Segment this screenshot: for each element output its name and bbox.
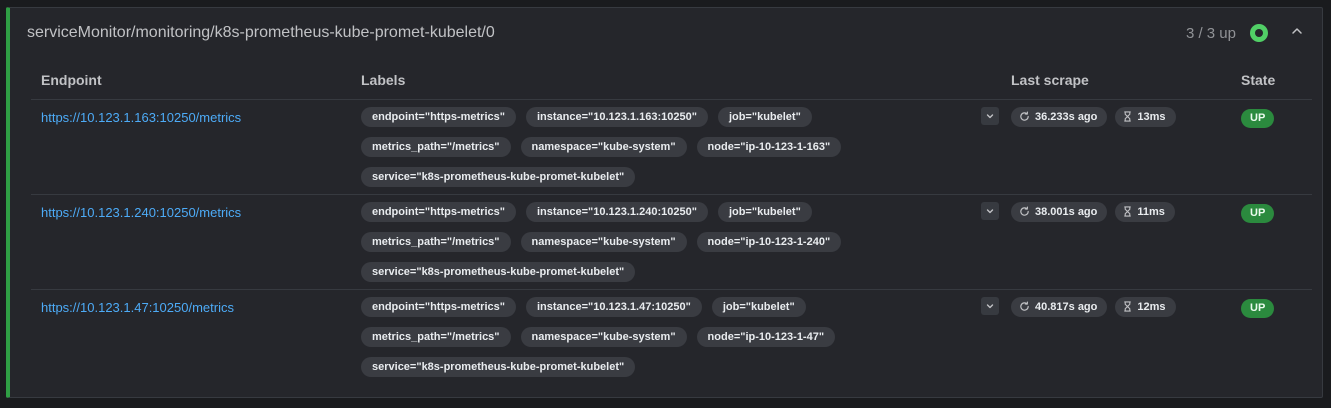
expand-cell: [981, 289, 1001, 384]
label-badge: node="ip-10-123-1-163": [696, 136, 842, 157]
state-cell: UP: [1231, 289, 1312, 384]
endpoint-link[interactable]: https://10.123.1.163:10250/metrics: [41, 110, 241, 125]
chevron-up-icon[interactable]: [1288, 22, 1306, 40]
last-scrape-badge: 40.817s ago: [1011, 296, 1108, 317]
endpoint-cell: https://10.123.1.163:10250/metrics: [31, 99, 351, 195]
label-badge: metrics_path="/metrics": [361, 231, 511, 252]
status-badge: UP: [1241, 108, 1275, 128]
refresh-icon: [1019, 206, 1030, 217]
label-badge: node="ip-10-123-1-47": [696, 326, 836, 347]
last-scrape-text: 40.817s ago: [1035, 300, 1098, 313]
label-badge: namespace="kube-system": [520, 136, 687, 157]
status-badge: UP: [1241, 298, 1275, 318]
last-scrape-cell: 36.233s ago 13ms: [1001, 99, 1231, 195]
label-badge: namespace="kube-system": [520, 231, 687, 252]
label-list: endpoint="https-metrics" instance="10.123…: [361, 106, 901, 187]
table-row: https://10.123.1.240:10250/metrics endpo…: [31, 194, 1312, 290]
label-badge: endpoint="https-metrics": [361, 201, 516, 222]
scrape-duration-badge: 13ms: [1115, 106, 1176, 127]
label-badge: instance="10.123.1.240:10250": [525, 201, 708, 222]
column-header-state: State: [1231, 65, 1312, 100]
state-cell: UP: [1231, 99, 1312, 195]
chevron-down-icon[interactable]: [981, 106, 999, 125]
hourglass-icon: [1123, 111, 1132, 122]
labels-cell: endpoint="https-metrics" instance="10.123…: [351, 194, 981, 290]
hourglass-icon: [1123, 301, 1132, 312]
table-row: https://10.123.1.163:10250/metrics endpo…: [31, 99, 1312, 195]
label-badge: service="k8s-prometheus-kube-promet-kube…: [361, 261, 636, 282]
service-monitor-panel: serviceMonitor/monitoring/k8s-prometheus…: [6, 7, 1323, 398]
refresh-icon: [1019, 111, 1030, 122]
column-header-last-scrape: Last scrape: [1001, 65, 1231, 100]
labels-cell: endpoint="https-metrics" instance="10.123…: [351, 289, 981, 384]
endpoint-link[interactable]: https://10.123.1.47:10250/metrics: [41, 300, 234, 315]
endpoint-cell: https://10.123.1.240:10250/metrics: [31, 194, 351, 290]
last-scrape-cell: 38.001s ago 11ms: [1001, 194, 1231, 290]
chevron-down-icon[interactable]: [981, 296, 999, 315]
last-scrape-text: 38.001s ago: [1035, 205, 1098, 218]
chevron-down-icon[interactable]: [981, 201, 999, 220]
label-badge: instance="10.123.1.47:10250": [525, 296, 702, 317]
label-badge: job="kubelet": [717, 201, 812, 222]
label-badge: service="k8s-prometheus-kube-promet-kube…: [361, 356, 636, 377]
label-badge: metrics_path="/metrics": [361, 326, 511, 347]
label-badge: job="kubelet": [711, 296, 806, 317]
label-list: endpoint="https-metrics" instance="10.123…: [361, 296, 901, 377]
up-count: 3 / 3 up: [1185, 25, 1236, 42]
table-row: https://10.123.1.47:10250/metrics endpoi…: [31, 289, 1312, 384]
endpoint-link[interactable]: https://10.123.1.240:10250/metrics: [41, 205, 241, 220]
status-dot-icon: [1250, 24, 1268, 42]
scrape-duration-text: 13ms: [1137, 110, 1166, 123]
label-badge: endpoint="https-metrics": [361, 106, 516, 127]
label-list: endpoint="https-metrics" instance="10.123…: [361, 201, 901, 282]
scrape-duration-text: 11ms: [1137, 205, 1165, 218]
panel-title: serviceMonitor/monitoring/k8s-prometheus…: [27, 24, 495, 41]
expand-cell: [981, 194, 1001, 290]
label-badge: node="ip-10-123-1-240": [696, 231, 842, 252]
last-scrape-badge: 36.233s ago: [1011, 106, 1108, 127]
status-badge: UP: [1241, 203, 1275, 223]
label-badge: instance="10.123.1.163:10250": [525, 106, 708, 127]
scrape-duration-badge: 11ms: [1115, 201, 1175, 222]
label-badge: endpoint="https-metrics": [361, 296, 516, 317]
targets-table: Endpoint Labels Last scrape State https:…: [31, 65, 1312, 384]
column-header-endpoint: Endpoint: [31, 65, 351, 100]
labels-cell: endpoint="https-metrics" instance="10.123…: [351, 99, 981, 195]
label-badge: service="k8s-prometheus-kube-promet-kube…: [361, 166, 636, 187]
table-header-row: Endpoint Labels Last scrape State: [31, 65, 1312, 100]
hourglass-icon: [1123, 206, 1132, 217]
endpoint-cell: https://10.123.1.47:10250/metrics: [31, 289, 351, 384]
label-badge: namespace="kube-system": [520, 326, 687, 347]
column-header-labels: Labels: [351, 65, 981, 100]
label-badge: job="kubelet": [717, 106, 812, 127]
scrape-duration-badge: 12ms: [1115, 296, 1176, 317]
column-header-expand: [981, 65, 1001, 100]
expand-cell: [981, 99, 1001, 195]
state-cell: UP: [1231, 194, 1312, 290]
scrape-duration-text: 12ms: [1137, 300, 1166, 313]
last-scrape-text: 36.233s ago: [1035, 110, 1098, 123]
refresh-icon: [1019, 301, 1030, 312]
panel-header[interactable]: serviceMonitor/monitoring/k8s-prometheus…: [10, 8, 1322, 58]
last-scrape-cell: 40.817s ago 12ms: [1001, 289, 1231, 384]
label-badge: metrics_path="/metrics": [361, 136, 511, 157]
last-scrape-badge: 38.001s ago: [1011, 201, 1108, 222]
